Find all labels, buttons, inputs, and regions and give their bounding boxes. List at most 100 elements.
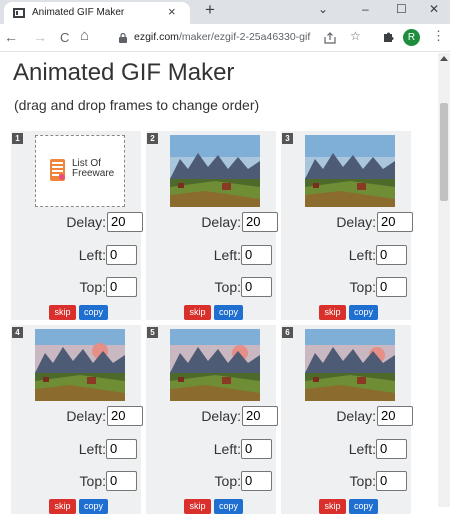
browser-toolbar: ← → C ⌂ ezgif.com/maker/ezgif-2-25a46330… [0,24,450,52]
frame-thumbnail[interactable] [305,329,395,401]
landscape-sunset-image [35,329,125,401]
maximize-button[interactable]: ☐ [396,2,407,16]
address-bar[interactable]: ezgif.com/maker/ezgif-2-25a46330-gif ☆ [107,27,370,49]
frame-card[interactable]: 6 Delay: 20 Left: 0 Top: 0 skip copy [281,325,413,514]
frames-grid: 1 List Of Freeware Delay: 20 Left: 0 Top… [11,131,414,514]
scroll-up-arrow-icon[interactable] [440,55,448,61]
new-tab-button[interactable]: + [205,0,215,20]
frame-number: 5 [147,327,158,338]
left-label: Left: [78,247,106,263]
frame-thumbnail[interactable] [35,329,125,401]
delay-label: Delay: [201,214,241,230]
delay-input[interactable]: 20 [107,406,143,426]
logo-line-2: Freeware [72,168,115,179]
forward-icon[interactable]: → [33,29,47,45]
delay-label: Delay: [66,408,106,424]
left-row: Left: 0 [11,439,141,459]
scrollbar-thumb[interactable] [440,103,448,201]
left-row: Left: 0 [11,245,141,265]
close-window-button[interactable]: ✕ [429,2,439,16]
left-row: Left: 0 [281,245,411,265]
tab-search-chevron-icon[interactable]: ⌄ [318,2,328,16]
extensions-puzzle-icon[interactable] [382,30,395,43]
delay-input[interactable]: 20 [377,212,413,232]
url-path: /maker/ezgif-2-25a46330-gif [178,31,311,43]
landscape-sunset-image [305,329,395,401]
delay-label: Delay: [201,408,241,424]
profile-avatar[interactable]: R [403,29,420,46]
list-of-freeware-logo: List Of Freeware [72,159,114,179]
delay-input[interactable]: 20 [377,406,413,426]
delay-row: Delay: 20 [11,212,143,232]
back-icon[interactable]: ← [4,29,18,45]
left-input[interactable]: 0 [376,245,407,265]
frame-number: 4 [12,327,23,338]
left-row: Left: 0 [146,439,276,459]
delay-input[interactable]: 20 [242,212,278,232]
frame-thumbnail[interactable]: List Of Freeware [35,135,125,207]
left-label: Left: [348,247,376,263]
frame-card[interactable]: 1 List Of Freeware Delay: 20 Left: 0 Top… [11,131,143,320]
frame-card[interactable]: 3 Delay: 20 Left: 0 Top: 0 skip copy [281,131,413,320]
left-input[interactable]: 0 [376,439,407,459]
top-input[interactable]: 0 [376,277,407,297]
frame-thumbnail[interactable] [170,329,260,401]
top-row: Top: 0 [281,471,411,491]
left-label: Left: [348,441,376,457]
browser-menu-icon[interactable]: ⋮ [432,28,445,44]
top-input[interactable]: 0 [241,471,272,491]
top-input[interactable]: 0 [376,471,407,491]
tab-animated-gif-maker[interactable]: Animated GIF Maker × [4,2,190,24]
delay-label: Delay: [66,214,106,230]
url-domain: ezgif.com [134,31,179,43]
copy-button[interactable]: copy [79,305,108,320]
top-input[interactable]: 0 [106,277,137,297]
frame-card[interactable]: 5 Delay: 20 Left: 0 Top: 0 skip copy [146,325,278,514]
bookmark-star-icon[interactable]: ☆ [350,29,361,43]
left-label: Left: [213,247,241,263]
top-label: Top: [79,279,106,295]
frame-number: 2 [147,133,158,144]
delay-row: Delay: 20 [146,406,278,426]
delay-row: Delay: 20 [281,212,413,232]
landscape-sunset-image [170,329,260,401]
skip-button[interactable]: skip [184,305,211,320]
top-row: Top: 0 [11,277,141,297]
left-label: Left: [78,441,106,457]
page-subtitle: (drag and drop frames to change order) [14,97,260,113]
frame-card[interactable]: 2 Delay: 20 Left: 0 Top: 0 skip copy [146,131,278,320]
frame-thumbnail[interactable] [305,135,395,207]
left-label: Left: [213,441,241,457]
top-row: Top: 0 [146,277,276,297]
skip-button[interactable]: skip [319,305,346,320]
left-input[interactable]: 0 [106,245,137,265]
home-icon[interactable]: ⌂ [80,27,89,44]
top-row: Top: 0 [281,277,411,297]
page-scrollbar[interactable] [438,53,450,507]
left-row: Left: 0 [146,245,276,265]
copy-button[interactable]: copy [349,305,378,320]
delay-input[interactable]: 20 [107,212,143,232]
top-label: Top: [214,473,241,489]
copy-button[interactable]: copy [214,305,243,320]
reload-icon[interactable]: C [60,30,69,45]
share-icon[interactable] [324,32,336,44]
minimize-button[interactable]: – [362,2,369,16]
left-input[interactable]: 0 [241,439,272,459]
left-input[interactable]: 0 [241,245,272,265]
tab-close-icon[interactable]: × [168,4,176,19]
top-label: Top: [349,473,376,489]
frame-thumbnail[interactable] [170,135,260,207]
page-title: Animated GIF Maker [13,59,235,86]
left-input[interactable]: 0 [106,439,137,459]
tab-strip: Animated GIF Maker × + ⌄ – ☐ ✕ [0,0,450,24]
frame-card[interactable]: 4 Delay: 20 Left: 0 Top: 0 skip copy [11,325,143,514]
top-label: Top: [349,279,376,295]
top-input[interactable]: 0 [241,277,272,297]
top-input[interactable]: 0 [106,471,137,491]
delay-input[interactable]: 20 [242,406,278,426]
left-row: Left: 0 [281,439,411,459]
delay-label: Delay: [336,214,376,230]
skip-button[interactable]: skip [49,305,76,320]
landscape-image [170,135,260,207]
